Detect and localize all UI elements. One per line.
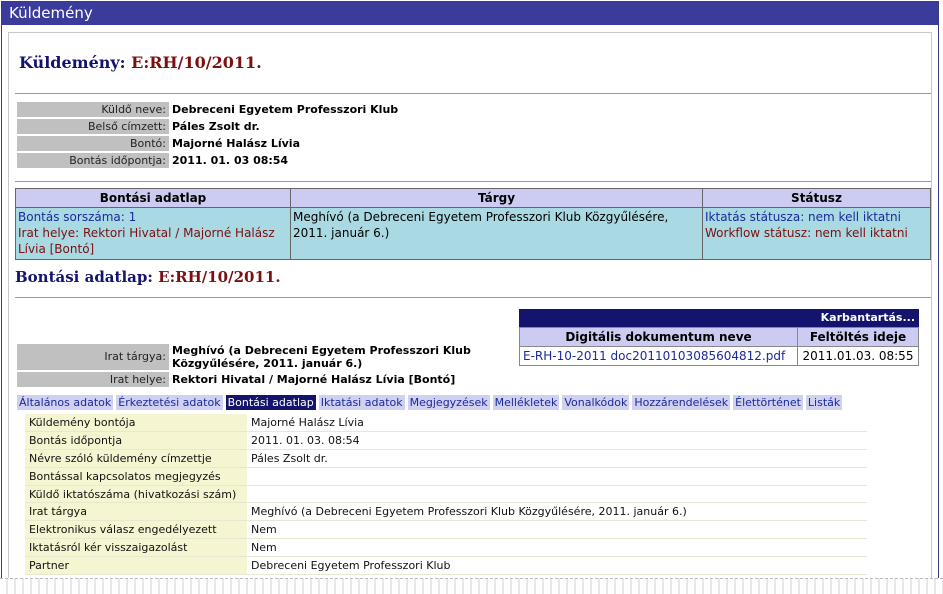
detail-label: Elektronikus válasz engedélyezett (25, 520, 247, 540)
page-title: Küldemény: E:RH/10/2011. (19, 53, 262, 72)
sender-name-label: Küldő neve: (17, 102, 169, 117)
detail-value: Páles Zsolt dr. (247, 449, 867, 468)
maintenance-button[interactable]: Karbantartás... (519, 309, 919, 327)
tab-altalanos[interactable]: Általános adatok (17, 395, 114, 410)
documents-panel: Karbantartás... Digitális dokumentum nev… (519, 309, 919, 366)
detail-value: Nem (247, 520, 867, 540)
tab-iktatasi[interactable]: Iktatási adatok (318, 395, 405, 410)
divider (15, 93, 931, 94)
irat-helye-row: Irat helye: Rektori Hivatal / Majorné Ha… (17, 371, 499, 388)
detail-value: Meghívó (a Debreceni Egyetem Professzori… (247, 502, 867, 522)
tab-erkeztetesi[interactable]: Érkeztetési adatok (116, 395, 223, 410)
table-row: Iktatásról kér visszaigazolást Nem (25, 538, 867, 557)
detail-value: Debreceni Egyetem Professzori Klub (247, 556, 867, 575)
detail-label: Küldő iktatószáma (hivatkozási szám) (25, 485, 247, 504)
detail-label: Bontással kapcsolatos megjegyzés (25, 467, 247, 486)
section-title: Bontási adatlap: E:RH/10/2011. (15, 268, 281, 286)
doc-upload-time: 2011.01.03. 08:55 (797, 346, 919, 366)
tab-hozzarendelesek[interactable]: Hozzárendelések (632, 395, 731, 410)
divider (15, 297, 931, 298)
detail-value: Nem (247, 538, 867, 557)
tab-megjegyzesek[interactable]: Megjegyzések (407, 395, 490, 410)
table-row: Partner Debreceni Egyetem Professzori Kl… (25, 556, 867, 575)
summary-table: Bontási adatlap Tárgy Státusz Bontás sor… (15, 188, 931, 260)
tab-mellekletek[interactable]: Mellékletek (492, 395, 560, 410)
detail-label: Irat tárgya (25, 502, 247, 522)
table-row: Bontás időpontja 2011. 01. 03. 08:54 (25, 431, 867, 451)
summary-header-status: Státusz (702, 188, 931, 208)
recipient-label: Belső címzett: (17, 119, 169, 134)
workflow-status: Workflow státusz: nem kell iktatni (705, 226, 908, 240)
table-row: Bontással kapcsolatos megjegyzés (25, 467, 867, 486)
irat-helye-value: Rektori Hivatal / Majorné Halász Lívia [… (172, 373, 456, 386)
detail-label: Partner (25, 556, 247, 575)
window-title: Küldemény (2, 2, 938, 25)
table-row: Elektronikus válasz engedélyezett Nem (25, 520, 867, 540)
doc-name-header: Digitális dokumentum neve (519, 327, 798, 347)
detail-value: 2011. 01. 03. 08:54 (247, 431, 867, 451)
section-title-label: Bontási adatlap: (15, 268, 153, 286)
doc-upload-header: Feltöltés ideje (797, 327, 919, 347)
tab-elettortenet[interactable]: Élettörténet (733, 395, 803, 410)
summary-header-targy: Tárgy (290, 188, 703, 208)
doc-name-link[interactable]: E-RH-10-2011 doc20110103085604812.pdf (519, 346, 798, 366)
tab-listak[interactable]: Listák (805, 395, 843, 410)
page-title-label: Küldemény: (19, 53, 126, 72)
documents-table: Digitális dokumentum neve Feltöltés idej… (519, 327, 919, 366)
table-row: Küldemény bontója Majorné Halász Lívia (25, 414, 867, 433)
table-row: Irat tárgya Meghívó (a Debreceni Egyetem… (25, 502, 867, 522)
opener-row: Bontó: Majorné Halász Lívia (17, 135, 398, 152)
table-row: E-RH-10-2011 doc20110103085604812.pdf 20… (519, 346, 919, 366)
tab-bar: Általános adatok Érkeztetési adatok Bont… (17, 395, 843, 410)
detail-value (247, 467, 867, 486)
detail-label: Bontás időpontja (25, 431, 247, 451)
details-table: Küldemény bontója Majorné Halász Lívia B… (25, 414, 867, 575)
sender-name-row: Küldő neve: Debreceni Egyetem Professzor… (17, 101, 398, 118)
tab-bontasi[interactable]: Bontási adatlap (225, 395, 316, 410)
irat-targya-row: Irat tárgya: Meghívó (a Debreceni Egyete… (17, 343, 499, 371)
content-area: Küldemény: E:RH/10/2011. Küldő neve: Deb… (8, 32, 932, 584)
bontas-sorszama-link[interactable]: Bontás sorszáma: 1 (18, 209, 288, 225)
table-row: Küldő iktatószáma (hivatkozási szám) (25, 485, 867, 504)
recipient-value: Páles Zsolt dr. (172, 120, 260, 133)
tab-vonalkodok[interactable]: Vonalkódok (562, 395, 630, 410)
summary-status-cell: Iktatás státusza: nem kell iktatni Workf… (702, 207, 931, 260)
window: Küldemény Küldemény: E:RH/10/2011. Küldő… (1, 1, 939, 585)
detail-label: Iktatásról kér visszaigazolást (25, 538, 247, 557)
torn-edge (0, 578, 943, 594)
table-row: Névre szóló küldemény címzettje Páles Zs… (25, 449, 867, 468)
opener-label: Bontó: (17, 136, 169, 151)
detail-value: Majorné Halász Lívia (247, 414, 867, 433)
irat-targya-value: Meghívó (a Debreceni Egyetem Professzori… (172, 344, 471, 370)
recipient-row: Belső címzett: Páles Zsolt dr. (17, 118, 398, 135)
sender-name-value: Debreceni Egyetem Professzori Klub (172, 103, 399, 116)
sender-info: Küldő neve: Debreceni Egyetem Professzor… (17, 101, 398, 169)
section-title-id: E:RH/10/2011. (158, 268, 281, 286)
irat-helye-text: Irat helye: Rektori Hivatal / Majorné Ha… (18, 226, 275, 256)
summary-bontasi-cell: Bontás sorszáma: 1 Irat helye: Rektori H… (15, 207, 291, 260)
divider (15, 181, 931, 182)
summary-targy-cell: Meghívó (a Debreceni Egyetem Professzori… (290, 207, 703, 260)
doc-info: Irat tárgya: Meghívó (a Debreceni Egyete… (17, 343, 499, 388)
open-time-row: Bontás időpontja: 2011. 01. 03 08:54 (17, 152, 398, 169)
iktatas-status: Iktatás státusza: nem kell iktatni (705, 210, 901, 224)
detail-label: Névre szóló küldemény címzettje (25, 449, 247, 468)
irat-helye-label: Irat helye: (17, 372, 169, 387)
open-time-value: 2011. 01. 03 08:54 (172, 154, 289, 167)
irat-targya-label: Irat tárgya: (17, 344, 169, 370)
page-title-id: E:RH/10/2011. (131, 53, 262, 72)
detail-value (247, 485, 867, 504)
detail-label: Küldemény bontója (25, 414, 247, 433)
open-time-label: Bontás időpontja: (17, 153, 169, 168)
opener-value: Majorné Halász Lívia (172, 137, 300, 150)
summary-header-bontasi: Bontási adatlap (15, 188, 291, 208)
